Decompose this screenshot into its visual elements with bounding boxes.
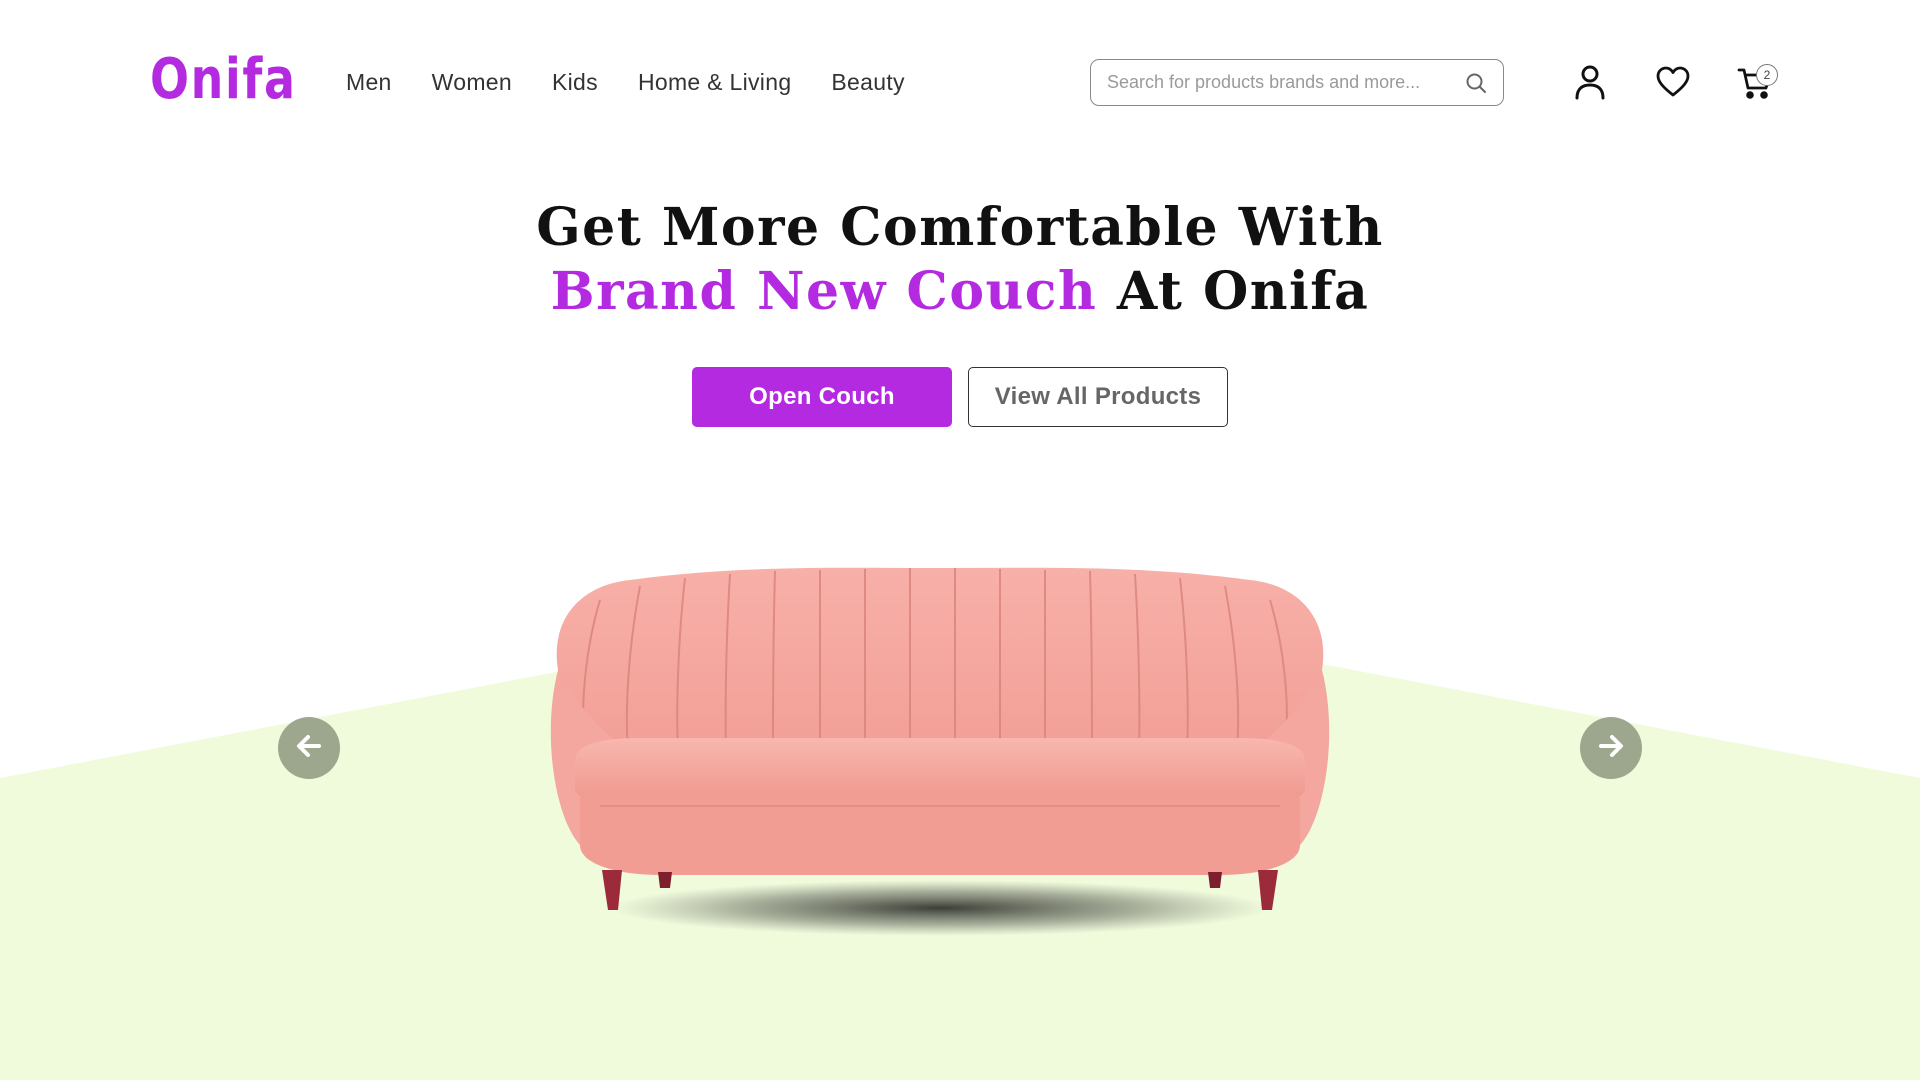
open-couch-button[interactable]: Open Couch [692,367,952,427]
hero-title-rest: At Onifa [1097,261,1370,322]
hero-title-accent: Brand New Couch [550,261,1098,322]
nav-item-beauty[interactable]: Beauty [831,66,904,98]
header: Onifa Men Women Kids Home & Living Beaut… [0,0,1920,165]
user-icon[interactable] [1570,62,1610,102]
search-box [1090,59,1504,106]
hero-title-line1: Get More Comfortable With [536,197,1384,258]
arrow-right-icon [1596,731,1626,766]
heart-icon[interactable] [1653,62,1693,102]
view-all-products-button[interactable]: View All Products [968,367,1228,427]
brand-logo[interactable]: Onifa [150,44,297,116]
search-input[interactable] [1107,72,1463,93]
hero-title: Get More Comfortable With Brand New Couc… [0,196,1920,324]
carousel-next-button[interactable] [1580,717,1642,779]
nav-item-women[interactable]: Women [432,66,512,98]
main-nav: Men Women Kids Home & Living Beauty [346,66,945,98]
nav-item-kids[interactable]: Kids [552,66,598,98]
arrow-left-icon [294,731,324,766]
nav-item-home-living[interactable]: Home & Living [638,66,791,98]
couch-image [550,567,1330,936]
cart-count-badge: 2 [1756,64,1778,86]
page: Onifa Men Women Kids Home & Living Beaut… [0,0,1920,1080]
search-icon[interactable] [1463,70,1489,96]
carousel-prev-button[interactable] [278,717,340,779]
nav-item-men[interactable]: Men [346,66,392,98]
